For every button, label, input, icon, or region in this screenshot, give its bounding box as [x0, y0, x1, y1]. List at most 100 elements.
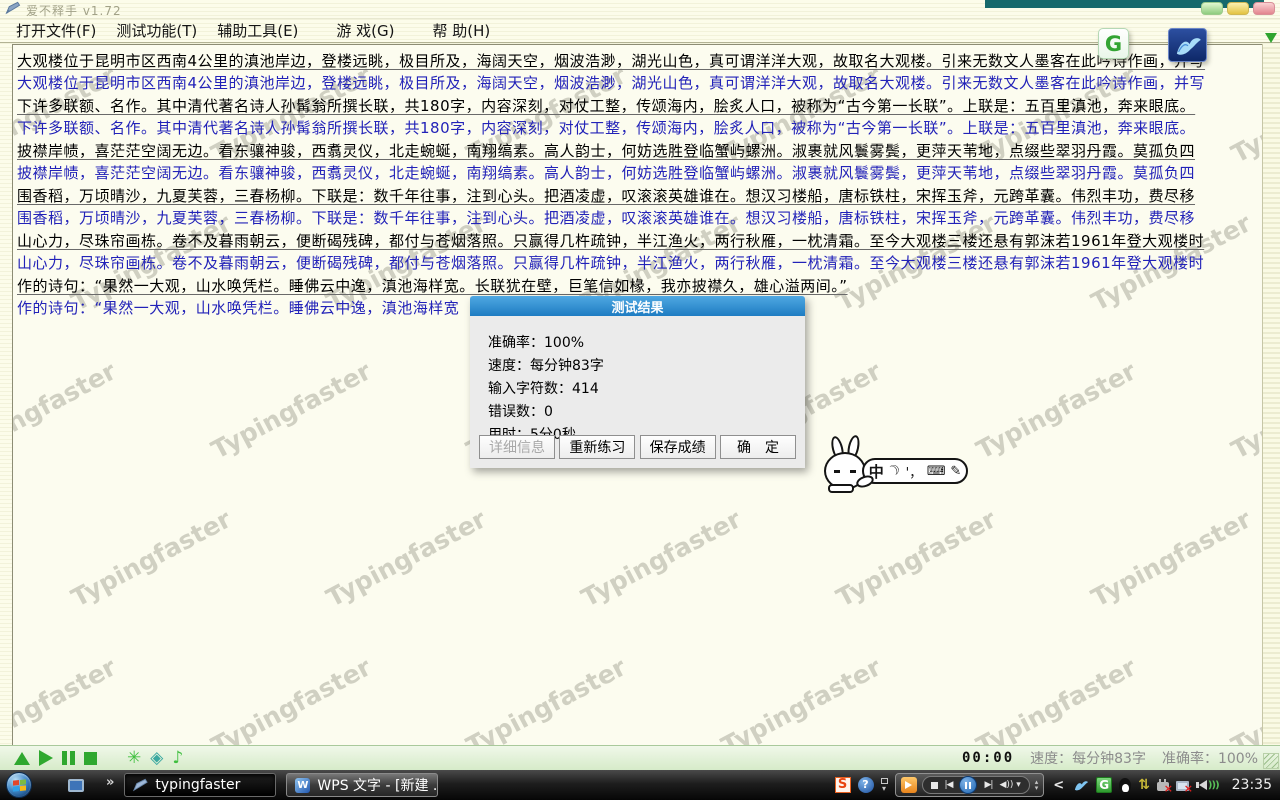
watermark-text: Typingfaster [207, 652, 376, 745]
wps-icon: W [295, 778, 310, 793]
task-button-typingfaster[interactable]: typingfaster [124, 773, 276, 797]
taskbar-clock: 23:35 [1232, 777, 1272, 793]
window-title: 爱不释手 v1.72 [26, 2, 122, 19]
speed-status: 速度：每分钟83字 [1030, 748, 1146, 768]
close-button[interactable] [1253, 2, 1275, 15]
start-button[interactable] [6, 772, 32, 798]
ime-keyboard-icon[interactable]: ⌨ [927, 464, 946, 479]
menu-aux-tools[interactable]: 辅助工具(E) [207, 18, 308, 43]
tray-sogou-icon[interactable]: S [835, 777, 851, 793]
target-text-line: 围香稻，万顷晴沙，九夏芙蓉，三春杨柳。下联是：数千年往事，注到心头。把酒凌虚，叹… [17, 185, 1260, 207]
media-launch-icon[interactable] [901, 777, 917, 793]
tray-volume-icon[interactable]: ))) [1196, 780, 1219, 791]
task-button-label: typingfaster [155, 777, 240, 793]
target-text-line: 山心力，尽珠帘画栋。卷不及暮雨朝云，便断碣残碑，都付与苍烟落照。只赢得几杵疏钟，… [17, 230, 1260, 252]
maximize-button[interactable] [1227, 2, 1249, 15]
errors-stat: 错误数：0 [488, 401, 805, 424]
watermark-text: Typingfaster [322, 504, 491, 612]
menu-bar: 打开文件(F) 测试功能(T) 辅助工具(E) 游 戏(G) 帮 助(H) [0, 18, 1280, 43]
eject-icon[interactable] [14, 752, 30, 765]
app-pen-icon [5, 1, 21, 16]
tray-restore-icon[interactable]: ▾ [881, 778, 888, 792]
media-previous-icon[interactable]: |◀ [945, 780, 953, 790]
tray-network-icon[interactable]: × [1176, 779, 1189, 791]
minimize-button[interactable] [1201, 2, 1223, 15]
bottom-toolbar: ✳ ◈ ♪ 00:00 速度：每分钟83字 准确率：100% [0, 745, 1280, 770]
media-pause-icon[interactable] [959, 776, 977, 794]
typed-text-line: 下许多联额、名作。其中清代著名诗人孙髯翁所撰长联，共180字，内容深刻，对仗工整… [17, 117, 1260, 139]
menu-test-function[interactable]: 测试功能(T) [106, 18, 207, 43]
target-text-line: 披襟岸帻，喜茫茫空阔无边。看东骧神骏，西翥灵仪，北走蜿蜒，南翔缟素。高人韵士，何… [17, 140, 1260, 162]
watermark-text: Typingfaster [67, 504, 236, 612]
menu-game[interactable]: 游 戏(G) [326, 18, 404, 43]
help-cube-icon[interactable]: ◈ [150, 750, 163, 767]
scroll-down-icon[interactable] [1265, 33, 1277, 43]
settings-flower-icon[interactable]: ✳ [127, 750, 141, 767]
menu-help[interactable]: 帮 助(H) [423, 18, 501, 43]
typed-text-line: 围香稻，万顷晴沙，九夏芙蓉，三春杨柳。下联是：数千年往事，注到心头。把酒凌虚，叹… [17, 207, 1260, 229]
watermark-text: Typingfaster [207, 356, 376, 464]
ok-button[interactable]: 确 定 [720, 435, 796, 459]
watermark-text: Typingfaster [12, 356, 121, 464]
menu-open-file[interactable]: 打开文件(F) [6, 18, 106, 43]
target-text-line: 作的诗句：“果然一大观，山水唤凭栏。睡佛云中逸，滇池海样宽。长联犹在壁，巨笔信如… [17, 275, 1260, 297]
task-button-label: WPS 文字 - [新建 ... [317, 775, 438, 795]
typed-text-line: 山心力，尽珠帘画栋。卷不及暮雨朝云，便断碣残碑，都付与苍烟落照。只赢得几杵疏钟，… [17, 252, 1260, 274]
watermark-text: Typingfaster [972, 652, 1141, 745]
typed-text-line: 披襟岸帻，喜茫茫空阔无边。看东骧神骏，西翥灵仪，北走蜿蜒，南翔缟素。高人韵士，何… [17, 162, 1260, 184]
quick-launch-expand-icon[interactable]: » [106, 775, 114, 790]
tray-green-g-icon[interactable]: G [1096, 777, 1112, 793]
taskbar: » typingfaster W WPS 文字 - [新建 ... S ? ▾ … [0, 770, 1280, 800]
resize-grip[interactable] [1263, 753, 1279, 769]
media-stop-icon[interactable] [931, 782, 938, 789]
watermark-text: Typingfaster [1227, 652, 1262, 745]
speed-stat: 速度：每分钟83字 [488, 355, 805, 378]
ime-fullwidth-icon[interactable]: ☽ [885, 461, 904, 481]
green-g-letter: G [1105, 32, 1122, 56]
tray-qq-penguin-icon[interactable] [1119, 778, 1131, 793]
vertical-scrollbar[interactable] [1262, 44, 1280, 745]
typed-text-line: 大观楼位于昆明市区西南4公里的滇池岸边，登楼远眺，极目所及，海阔天空，烟波浩渺，… [17, 72, 1260, 94]
show-desktop-icon[interactable] [68, 779, 84, 792]
watermark-text: Typingfaster [717, 652, 886, 745]
retry-button[interactable]: 重新练习 [559, 435, 635, 459]
play-icon[interactable] [39, 750, 53, 766]
green-browser-gadget-icon[interactable]: G [1098, 28, 1129, 59]
target-text-line: 下许多联额、名作。其中清代著名诗人孙髯翁所撰长联，共180字，内容深刻，对仗工整… [17, 95, 1260, 117]
timer-display: 00:00 [962, 750, 1014, 766]
watermark-text: Typingfaster [972, 356, 1141, 464]
blue-bird-gadget-icon[interactable] [1168, 28, 1207, 62]
media-player-toolbar: |◀ ▶| ◀)) ▾ ▴▾ [895, 773, 1045, 797]
target-text-line: 大观楼位于昆明市区西南4公里的滇池岸边，登楼远眺，极目所及，海阔天空，烟波浩渺，… [17, 50, 1260, 72]
media-volume-icon[interactable]: ◀)) ▾ [999, 780, 1020, 790]
bird-icon [1173, 33, 1203, 57]
watermark-text: Typingfaster [832, 504, 1001, 612]
chars-stat: 输入字符数：414 [488, 378, 805, 401]
save-score-button[interactable]: 保存成绩 [640, 435, 716, 459]
music-note-icon[interactable]: ♪ [172, 750, 183, 767]
ime-status-bar: 中 ☽ '， ⌨ ✎ [862, 458, 968, 484]
accuracy-stat: 准确率：100% [488, 332, 805, 355]
tray-sync-arrows-icon[interactable]: ⇅ [1138, 777, 1150, 793]
watermark-text: Typingfaster [1087, 504, 1256, 612]
ime-tools-icon[interactable]: ✎ [950, 464, 961, 479]
accuracy-status: 准确率：100% [1162, 748, 1258, 768]
media-next-icon[interactable]: ▶| [984, 780, 992, 790]
ime-punctuation-icon[interactable]: '， [906, 462, 923, 481]
window-titlebar: 爱不释手 v1.72 [0, 0, 1280, 18]
tray-collapse-icon[interactable]: < [1053, 778, 1064, 793]
dialog-title[interactable]: 测试结果 [470, 296, 805, 316]
tray-power-icon[interactable]: × [1157, 779, 1169, 791]
results-dialog: 测试结果 准确率：100% 速度：每分钟83字 输入字符数：414 错误数：0 … [470, 296, 805, 468]
typingfaster-pen-icon [133, 778, 148, 793]
pause-icon[interactable] [62, 751, 75, 765]
task-button-wps[interactable]: W WPS 文字 - [新建 ... [286, 773, 438, 797]
stop-icon[interactable] [84, 752, 97, 765]
tray-bird-icon[interactable] [1073, 778, 1089, 792]
details-button[interactable]: 详细信息 [479, 435, 555, 459]
media-restore-icon[interactable]: ▴▾ [1035, 779, 1039, 791]
windows-logo-icon [13, 779, 26, 791]
watermark-text: Typingfaster [12, 652, 121, 745]
watermark-text: Typingfaster [577, 504, 746, 612]
tray-help-icon[interactable]: ? [858, 777, 874, 793]
